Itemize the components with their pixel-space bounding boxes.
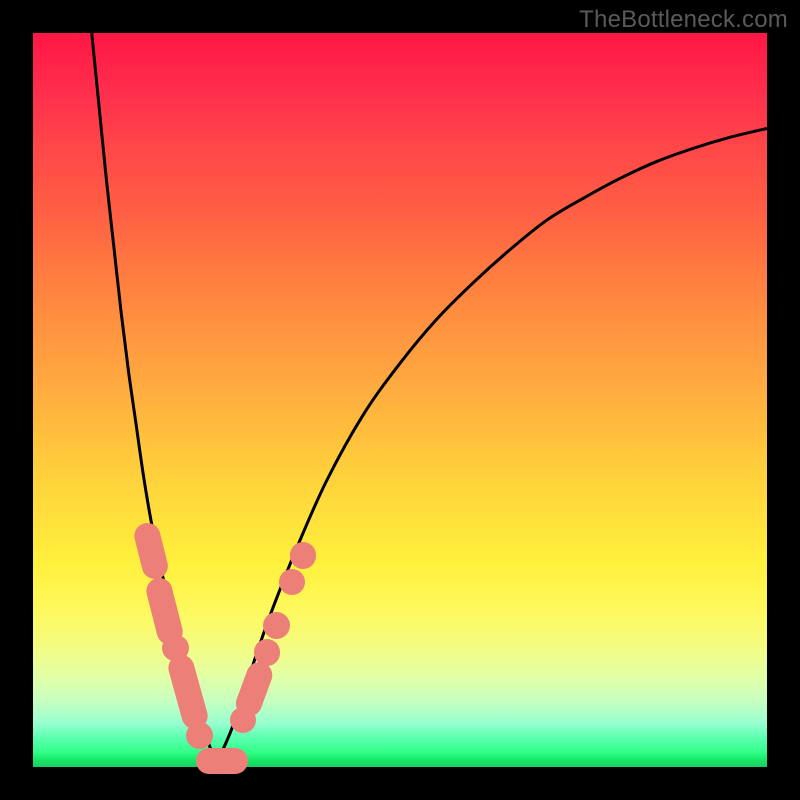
chart-container: TheBottleneck.com	[0, 0, 800, 800]
data-marker	[263, 612, 289, 638]
left-curve	[92, 33, 217, 763]
data-marker	[162, 635, 188, 661]
right-curve	[217, 128, 768, 763]
watermark-text: TheBottleneck.com	[579, 6, 788, 34]
data-marker-capsule	[196, 748, 248, 774]
data-marker	[186, 722, 212, 748]
curve-layer	[33, 33, 767, 767]
data-marker	[290, 542, 316, 568]
data-marker	[254, 639, 280, 665]
chart-plot-area	[33, 33, 767, 767]
